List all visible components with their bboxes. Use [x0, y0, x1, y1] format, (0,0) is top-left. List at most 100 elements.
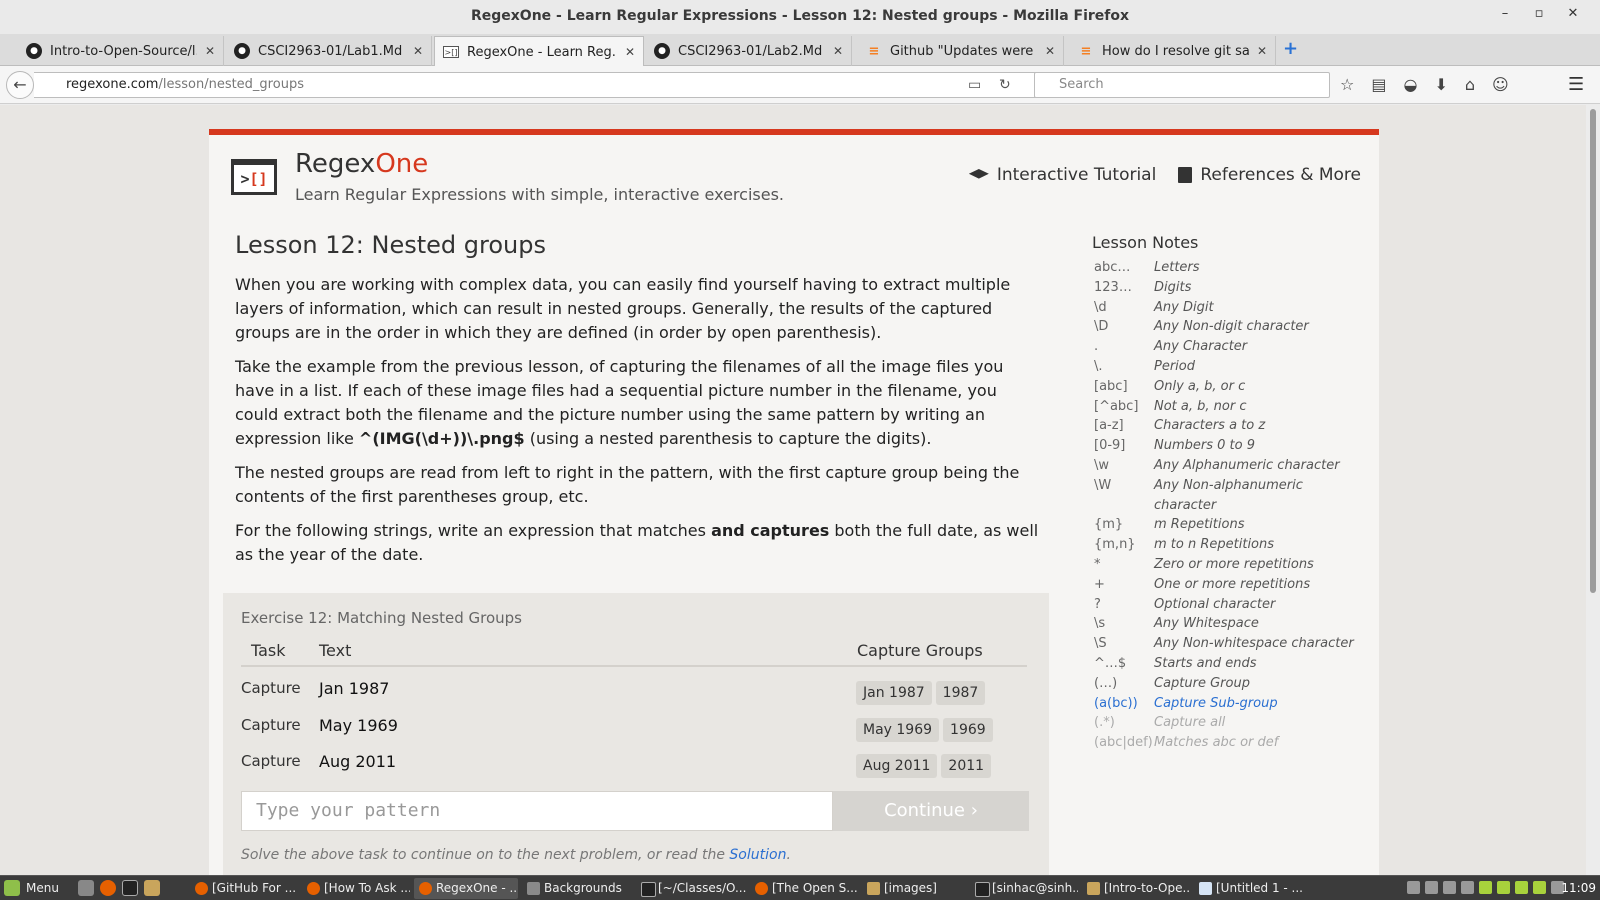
- url-bar[interactable]: regexone.com/lesson/nested_groups: [34, 72, 1052, 98]
- lesson-paragraph-1: When you are working with complex data, …: [235, 275, 1011, 342]
- lesson-paragraph-2: Take the example from the previous lesso…: [235, 355, 1045, 451]
- pocket-icon[interactable]: ◒: [1403, 75, 1417, 94]
- taskbar-window-item[interactable]: [sinhac@sinh...: [970, 878, 1078, 899]
- reload-icon[interactable]: ↻: [999, 77, 1011, 93]
- network-icon[interactable]: [1443, 881, 1456, 894]
- exercise-row: Capture Jan 1987 Jan 1987 1987: [241, 675, 1027, 709]
- tab-regexone[interactable]: >[] RegexOne - Learn Reg... ✕: [434, 36, 644, 67]
- note-syntax: [a-z]: [1094, 418, 1124, 434]
- tab-git-resolve[interactable]: ≡ How do I resolve git sa... ✕: [1070, 36, 1276, 66]
- url-host: regexone.com: [66, 77, 159, 92]
- note-description: Letters: [1154, 260, 1200, 275]
- close-icon[interactable]: ✕: [1556, 6, 1590, 21]
- close-tab-icon[interactable]: ✕: [1045, 44, 1055, 58]
- capture-group-chip: May 1969: [856, 718, 940, 742]
- start-menu-button[interactable]: Menu: [4, 880, 59, 896]
- volume-icon[interactable]: [1461, 881, 1474, 894]
- chat-icon[interactable]: ☺: [1492, 75, 1509, 94]
- tab-lab1[interactable]: ● CSCI2963-01/Lab1.Md ... ✕: [226, 36, 432, 66]
- taskbar-window-item[interactable]: [GitHub For ...: [190, 878, 298, 899]
- taskbar-window-item[interactable]: [How To Ask ...: [302, 878, 410, 899]
- url-bar-icons: ▭ ↻: [968, 77, 1011, 93]
- stackoverflow-icon: ≡: [1080, 43, 1092, 59]
- note-description: m to n Repetitions: [1154, 537, 1275, 553]
- note-description: Any Alphanumeric character: [1154, 457, 1340, 473]
- new-tab-icon[interactable]: +: [1283, 38, 1298, 59]
- continue-button[interactable]: Continue ›: [833, 791, 1029, 831]
- bluetooth-icon[interactable]: [1425, 881, 1438, 894]
- tab-github-updates[interactable]: ≡ Github "Updates were ... ✕: [858, 36, 1064, 66]
- user-icon[interactable]: [1407, 881, 1420, 894]
- taskbar-window-item[interactable]: [images]: [862, 878, 966, 899]
- regexone-logo[interactable]: >[]: [231, 159, 277, 195]
- sticky-note-icon[interactable]: [1497, 881, 1510, 894]
- lesson-note-row: (abc|def) Matches abc or def: [1092, 733, 1372, 753]
- sticky-note-icon[interactable]: [1515, 881, 1528, 894]
- hamburger-menu-icon[interactable]: ☰: [1568, 74, 1584, 95]
- lesson-note-row: [a-z] Characters a to z: [1092, 416, 1372, 436]
- note-description: m Repetitions: [1154, 517, 1245, 533]
- sticky-note-icon[interactable]: [1479, 881, 1492, 894]
- references-link[interactable]: References & More: [1178, 165, 1361, 185]
- sticky-note-icon[interactable]: [1533, 881, 1546, 894]
- close-tab-icon[interactable]: ✕: [205, 44, 215, 58]
- exercise-table-header: Task Text Capture Groups: [241, 637, 1027, 667]
- note-description: Capture all: [1154, 715, 1226, 731]
- taskbar-window-item[interactable]: [Untitled 1 - ...: [1194, 878, 1302, 899]
- close-tab-icon[interactable]: ✕: [833, 44, 843, 58]
- pattern-input[interactable]: Type your pattern: [241, 791, 833, 831]
- site-brand[interactable]: RegexOne: [295, 149, 428, 179]
- solution-link[interactable]: Solution: [729, 847, 786, 863]
- tab-intro-to-open-source[interactable]: ● Intro-to-Open-Source/l... ✕: [18, 36, 224, 66]
- note-description: Starts and ends: [1154, 655, 1257, 671]
- note-syntax: {m}: [1094, 517, 1124, 533]
- note-syntax: [^abc]: [1094, 398, 1139, 414]
- close-tab-icon[interactable]: ✕: [625, 45, 635, 59]
- tab-lab2[interactable]: ● CSCI2963-01/Lab2.Md ... ✕: [646, 36, 852, 66]
- close-tab-icon[interactable]: ✕: [1257, 44, 1267, 58]
- home-icon[interactable]: ⌂: [1465, 75, 1475, 94]
- toolbar-icons: ☆ ▤ ◒ ⬇ ⌂ ☺: [1340, 75, 1509, 94]
- folder-icon[interactable]: [144, 880, 160, 896]
- maximize-icon[interactable]: ▫: [1522, 6, 1556, 21]
- taskbar-window-item[interactable]: Backgrounds: [522, 878, 632, 899]
- lesson-note-row: \. Period: [1092, 357, 1372, 377]
- capture-groups: May 1969 1969: [856, 718, 993, 742]
- note-syntax: (.*): [1094, 715, 1115, 731]
- lesson-note-row: abc… Letters: [1092, 258, 1372, 278]
- show-desktop-icon[interactable]: [78, 880, 94, 896]
- download-icon[interactable]: ⬇: [1434, 75, 1447, 94]
- note-description: Any Character: [1154, 339, 1248, 355]
- scrollbar-thumb[interactable]: [1590, 109, 1596, 593]
- back-button[interactable]: ←: [6, 71, 34, 99]
- lesson-paragraph-4: For the following strings, write an expr…: [235, 519, 1045, 567]
- taskbar-window-item[interactable]: RegexOne - ...: [414, 878, 518, 899]
- close-tab-icon[interactable]: ✕: [413, 44, 423, 58]
- note-syntax: abc…: [1094, 260, 1131, 275]
- note-description: Any Non-whitespace character: [1154, 636, 1354, 652]
- github-icon: ●: [234, 43, 250, 59]
- search-input[interactable]: Search: [1034, 72, 1330, 98]
- interactive-tutorial-link[interactable]: Interactive Tutorial: [968, 165, 1156, 185]
- page-scrollbar[interactable]: [1586, 105, 1600, 875]
- terminal-icon[interactable]: [122, 880, 138, 896]
- taskbar-window-item[interactable]: [The Open S...: [750, 878, 858, 899]
- clock[interactable]: 11:09: [1561, 881, 1596, 895]
- lesson-note-row: {m} m Repetitions: [1092, 515, 1372, 535]
- note-description: Any Non-alphanumeric: [1154, 477, 1303, 493]
- note-description: Period: [1154, 358, 1195, 374]
- window-controls: – ▫ ✕: [1488, 6, 1590, 21]
- firefox-icon[interactable]: [100, 880, 116, 896]
- taskbar-window-item[interactable]: [Intro-to-Ope...: [1082, 878, 1190, 899]
- lesson-note-row: (.*) Capture all: [1092, 713, 1372, 733]
- minimize-icon[interactable]: –: [1488, 6, 1522, 21]
- reader-view-icon[interactable]: ▭: [968, 77, 981, 93]
- column-task: Task: [251, 641, 286, 660]
- reading-list-icon[interactable]: ▤: [1371, 75, 1386, 94]
- lesson-note-row: [^abc] Not a, b, nor c: [1092, 397, 1372, 417]
- bookmark-star-icon[interactable]: ☆: [1340, 75, 1354, 94]
- taskbar-window-item[interactable]: [~/Classes/O...: [636, 878, 746, 899]
- note-description: Any Digit: [1154, 299, 1214, 315]
- lesson-notes: Lesson Notes abc… Letters 123… Digits \d Any …: [1092, 233, 1372, 753]
- capture-group-chip: Jan 1987: [856, 681, 932, 705]
